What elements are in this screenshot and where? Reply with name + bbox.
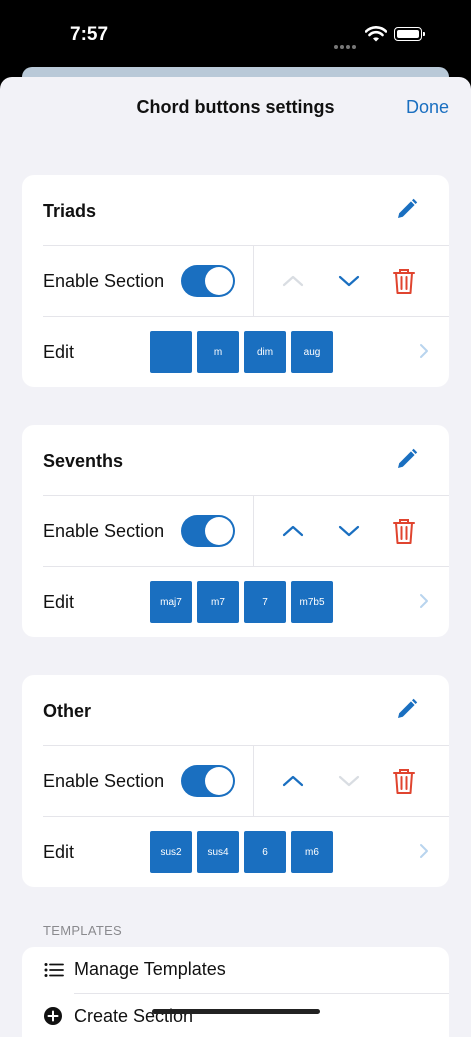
move-down-button[interactable] bbox=[337, 769, 361, 793]
status-bar: 7:57 bbox=[0, 0, 471, 70]
trash-icon[interactable] bbox=[392, 517, 416, 545]
section-header: Triads bbox=[22, 175, 449, 245]
enable-section-label: Enable Section bbox=[43, 271, 165, 291]
manage-templates-row[interactable]: Manage Templates bbox=[22, 947, 449, 993]
move-down-button[interactable] bbox=[337, 519, 361, 543]
signal-dots-icon bbox=[334, 36, 358, 49]
plus-circle-icon bbox=[44, 1007, 62, 1025]
edit-label: Edit bbox=[43, 342, 75, 362]
manage-templates-label: Manage Templates bbox=[74, 959, 226, 979]
edit-chords-row[interactable]: Edit sus2 sus4 6 m6 bbox=[22, 817, 449, 887]
done-button[interactable]: Done bbox=[406, 97, 449, 118]
templates-section-header: TEMPLATES bbox=[43, 923, 123, 938]
trash-icon[interactable] bbox=[392, 267, 416, 295]
vertical-divider bbox=[253, 496, 254, 566]
chord-chip[interactable]: m6 bbox=[291, 831, 333, 873]
chord-chip[interactable]: 7 bbox=[244, 581, 286, 623]
section-card-triads: Triads Enable Section Edit m dim aug bbox=[22, 175, 449, 387]
battery-icon bbox=[394, 27, 425, 41]
list-icon bbox=[44, 963, 64, 977]
enable-section-label: Enable Section bbox=[43, 771, 165, 791]
create-section-row[interactable]: Create Section bbox=[22, 994, 449, 1037]
trash-icon[interactable] bbox=[392, 767, 416, 795]
section-card-other: Other Enable Section Edit sus2 sus4 6 m6 bbox=[22, 675, 449, 887]
enable-section-row: Enable Section bbox=[22, 496, 449, 566]
wifi-icon bbox=[365, 26, 387, 42]
enable-section-toggle[interactable] bbox=[181, 515, 235, 547]
pencil-icon[interactable] bbox=[395, 447, 419, 471]
move-up-button[interactable] bbox=[281, 269, 305, 293]
chord-chip[interactable]: 6 bbox=[244, 831, 286, 873]
enable-section-toggle[interactable] bbox=[181, 765, 235, 797]
chevron-right-icon bbox=[420, 344, 428, 358]
chord-chip-group: maj7 m7 7 m7b5 bbox=[150, 581, 333, 623]
chord-chip[interactable]: sus4 bbox=[197, 831, 239, 873]
edit-chords-row[interactable]: Edit m dim aug bbox=[22, 317, 449, 387]
enable-section-row: Enable Section bbox=[22, 746, 449, 816]
section-header: Other bbox=[22, 675, 449, 745]
pencil-icon[interactable] bbox=[395, 697, 419, 721]
move-up-button[interactable] bbox=[281, 769, 305, 793]
chord-chip[interactable]: m7 bbox=[197, 581, 239, 623]
home-indicator bbox=[152, 1009, 320, 1014]
section-header: Sevenths bbox=[22, 425, 449, 495]
section-title: Sevenths bbox=[43, 451, 124, 471]
chord-chip[interactable]: m7b5 bbox=[291, 581, 333, 623]
status-time: 7:57 bbox=[70, 24, 109, 45]
chevron-right-icon bbox=[420, 844, 428, 858]
chord-chip[interactable]: sus2 bbox=[150, 831, 192, 873]
settings-sheet: Chord buttons settings Done Triads Enabl… bbox=[0, 77, 471, 1037]
chord-chip[interactable] bbox=[150, 331, 192, 373]
vertical-divider bbox=[253, 746, 254, 816]
chord-chip-group: m dim aug bbox=[150, 331, 333, 373]
move-down-button[interactable] bbox=[337, 269, 361, 293]
move-up-button[interactable] bbox=[281, 519, 305, 543]
chord-chip[interactable]: dim bbox=[244, 331, 286, 373]
chord-chip[interactable]: maj7 bbox=[150, 581, 192, 623]
section-card-sevenths: Sevenths Enable Section Edit maj7 m7 7 m… bbox=[22, 425, 449, 637]
pencil-icon[interactable] bbox=[395, 197, 419, 221]
vertical-divider bbox=[253, 246, 254, 316]
enable-section-label: Enable Section bbox=[43, 521, 165, 541]
enable-section-row: Enable Section bbox=[22, 246, 449, 316]
section-title: Triads bbox=[43, 201, 97, 221]
section-title: Other bbox=[43, 701, 92, 721]
chord-chip-group: sus2 sus4 6 m6 bbox=[150, 831, 333, 873]
enable-section-toggle[interactable] bbox=[181, 265, 235, 297]
chord-chip[interactable]: m bbox=[197, 331, 239, 373]
edit-label: Edit bbox=[43, 842, 75, 862]
chord-chip[interactable]: aug bbox=[291, 331, 333, 373]
chevron-right-icon bbox=[420, 594, 428, 608]
edit-chords-row[interactable]: Edit maj7 m7 7 m7b5 bbox=[22, 567, 449, 637]
edit-label: Edit bbox=[43, 592, 75, 612]
page-title: Chord buttons settings bbox=[136, 97, 335, 117]
